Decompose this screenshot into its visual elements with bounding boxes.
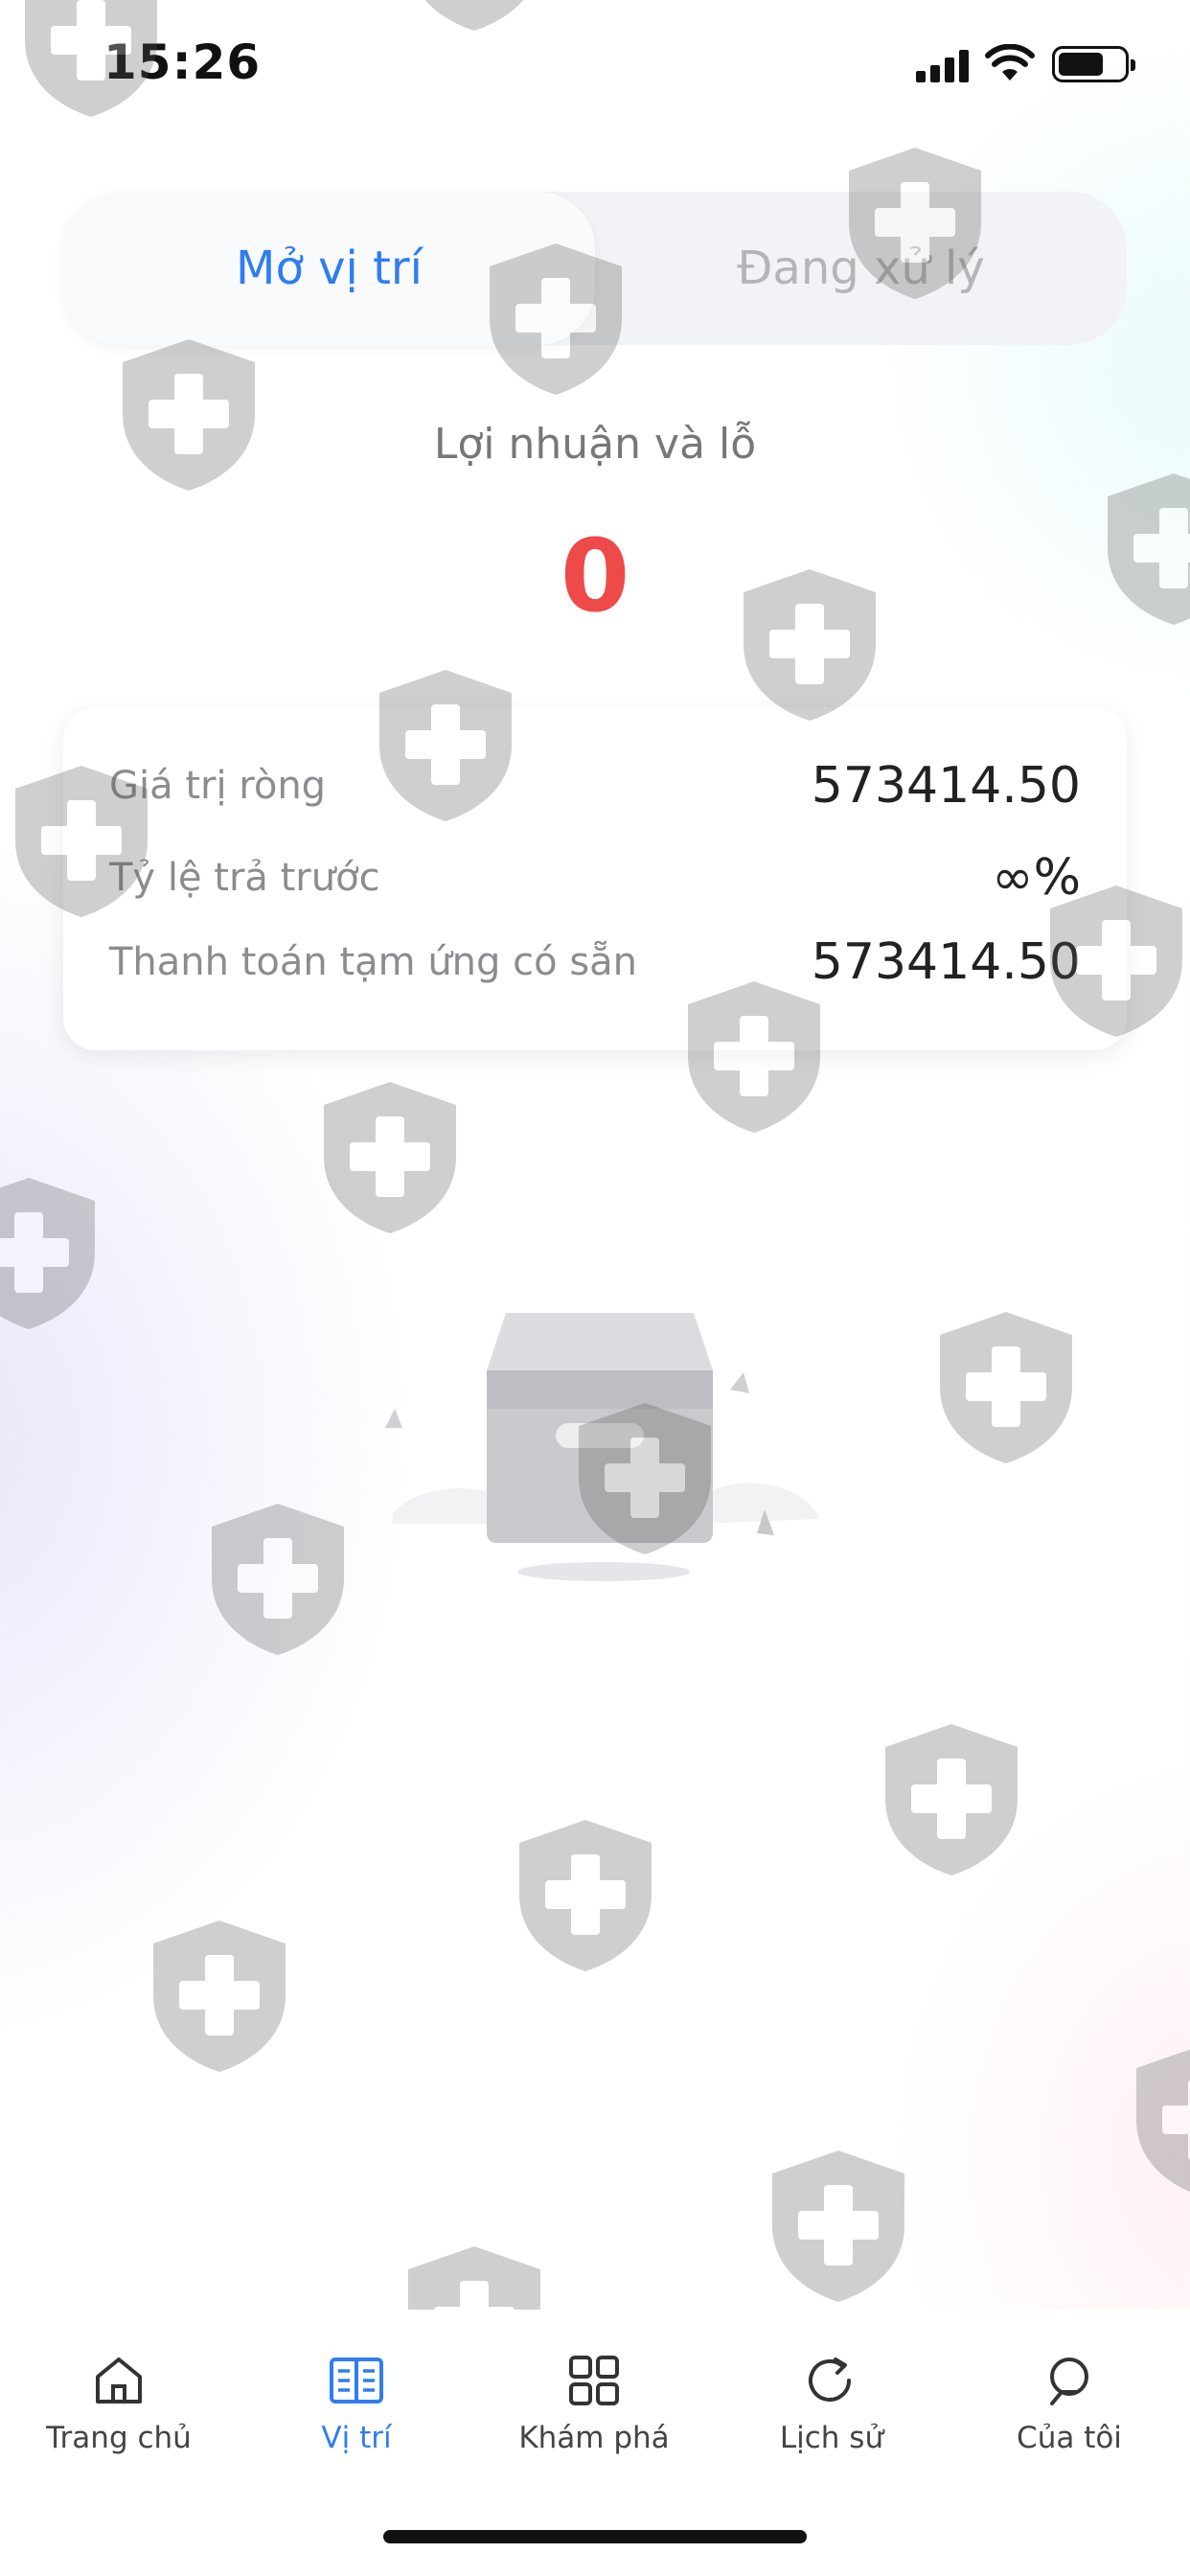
nav-label: Lịch sử: [779, 2421, 884, 2455]
signal-icon: [916, 50, 970, 82]
summary-value: 573414.50: [811, 933, 1081, 991]
tab-open-positions[interactable]: Mở vị trí: [63, 192, 595, 345]
battery-icon: [1052, 46, 1135, 82]
nav-label: Khám phá: [518, 2421, 670, 2455]
book-icon: [330, 2358, 383, 2404]
summary-label: Tỷ lệ trả trước: [109, 856, 380, 900]
watermark-shield-icon: [0, 1174, 101, 1333]
watermark-shield-icon: [117, 335, 261, 494]
watermark-shield-icon: [206, 1500, 350, 1659]
pnl-value: 0: [560, 518, 630, 634]
nav-label: Vị trí: [321, 2421, 392, 2455]
summary-row-prepay-ratio: Tỷ lệ trả trước ∞%: [109, 849, 1081, 907]
home-indicator: [383, 2530, 807, 2543]
nav-item-explore[interactable]: Khám phá: [489, 2354, 699, 2455]
grid-icon: [569, 2356, 619, 2405]
tab-processing[interactable]: Đang xử lý: [595, 192, 1127, 345]
status-bar: 15:26: [0, 0, 1190, 134]
watermark-shield-icon: [767, 2147, 910, 2306]
nav-item-home[interactable]: Trang chủ: [13, 2354, 224, 2455]
account-summary-card: Giá trị ròng 573414.50 Tỷ lệ trả trước ∞…: [63, 707, 1127, 1050]
summary-value: ∞%: [992, 849, 1081, 907]
watermark-shield-icon: [880, 1720, 1023, 1879]
status-time: 15:26: [103, 34, 262, 90]
summary-value: 573414.50: [811, 757, 1081, 815]
nav-item-positions[interactable]: Vị trí: [251, 2354, 462, 2455]
user-icon: [1050, 2358, 1088, 2405]
empty-box-illustration: [385, 1313, 819, 1581]
watermark-shield-icon: [934, 1308, 1078, 1467]
refresh-icon: [809, 2358, 851, 2402]
wifi-icon: [985, 44, 1035, 80]
nav-item-profile[interactable]: Của tôi: [964, 2354, 1175, 2455]
watermark-shield-icon: [318, 1078, 462, 1237]
watermark-shield-icon: [1131, 2041, 1190, 2200]
watermark-shield-icon: [514, 1816, 657, 1975]
watermark-shield-icon: [148, 1917, 291, 2076]
nav-label: Của tôi: [1017, 2421, 1122, 2455]
summary-row-available-advance: Thanh toán tạm ứng có sẵn 573414.50: [109, 933, 1081, 991]
summary-row-net-value: Giá trị ròng 573414.50: [109, 757, 1081, 815]
home-icon: [96, 2358, 142, 2404]
pnl-label: Lợi nhuận và lỗ: [433, 420, 757, 469]
position-tabs: Mở vị trí Đang xử lý: [63, 192, 1127, 345]
summary-label: Thanh toán tạm ứng có sẵn: [109, 940, 638, 984]
summary-label: Giá trị ròng: [109, 764, 327, 808]
nav-item-history[interactable]: Lịch sử: [726, 2354, 937, 2455]
nav-label: Trang chủ: [46, 2421, 192, 2455]
